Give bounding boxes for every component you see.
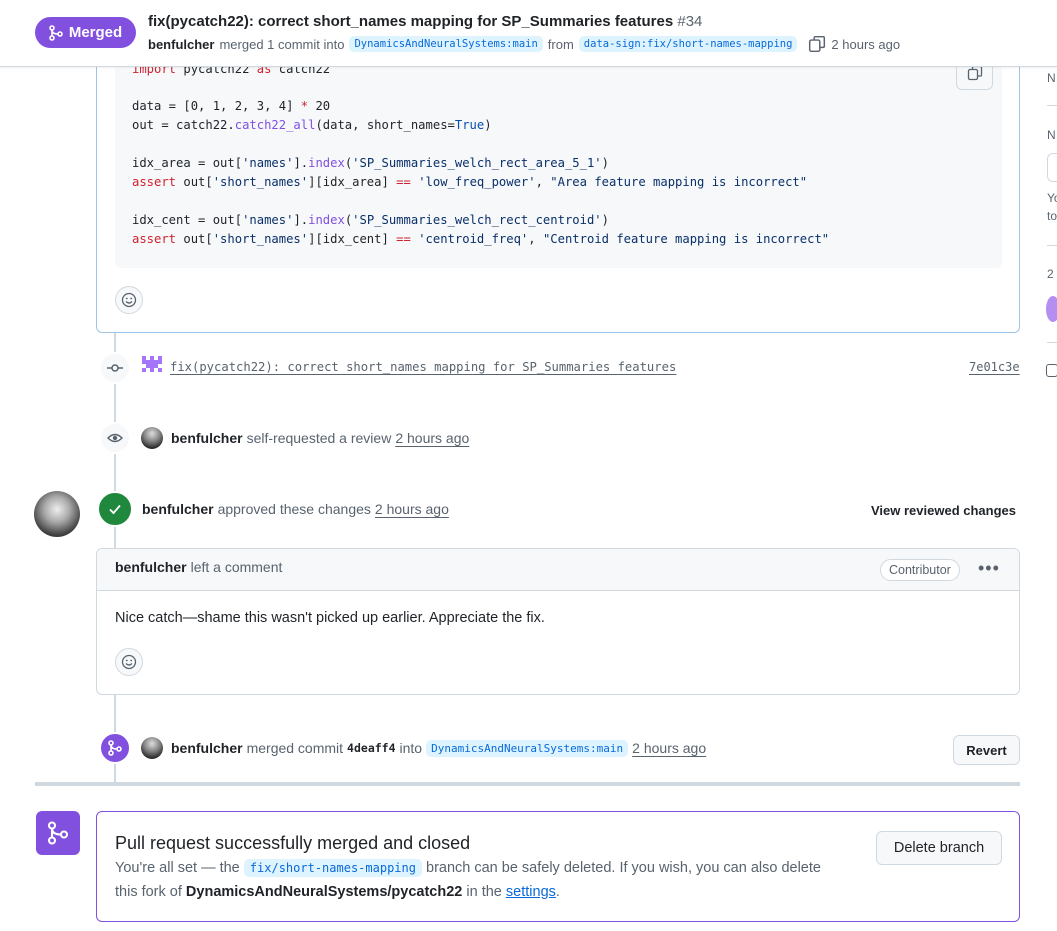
add-reaction-button[interactable] (115, 286, 143, 314)
approved-badge (97, 491, 133, 527)
head-branch[interactable]: data-sign:fix/short-names-mapping (578, 36, 798, 52)
into-text: into (399, 740, 423, 756)
comment-author[interactable]: benfulcher (115, 559, 187, 575)
comment-action: left a comment (190, 559, 283, 575)
event-action: merged commit (246, 740, 344, 756)
merge-status-line-2: this fork of DynamicsAndNeuralSystems/py… (115, 884, 560, 900)
sidebar-divider (1047, 105, 1057, 106)
sidebar-fragment: N (1047, 128, 1056, 142)
sidebar-fragment: to (1047, 209, 1057, 223)
event-time[interactable]: 2 hours ago (632, 740, 706, 756)
merge-status-title: Pull request successfully merged and clo… (115, 833, 471, 853)
code-line: idx_cent = out['names'].index('SP_Summar… (132, 213, 609, 227)
timeline-end-divider (35, 782, 1020, 786)
sidebar-fragment: N (1047, 71, 1056, 85)
check-icon (109, 504, 121, 515)
event-user[interactable]: benfulcher (142, 501, 214, 517)
merge-text-pre: You're all set — the (115, 860, 240, 876)
merged-status-badge: Merged (35, 17, 136, 48)
sidebar-checkbox[interactable] (1046, 364, 1057, 377)
sidebar-fragment: Yo (1047, 191, 1057, 205)
git-merge-icon (49, 24, 63, 41)
approval-event: benfulcher approved these changes 2 hour… (142, 501, 449, 517)
event-user[interactable]: benfulcher (171, 430, 243, 446)
fork-repo-name: DynamicsAndNeuralSystems/pycatch22 (185, 884, 463, 900)
sidebar-divider (1047, 245, 1057, 246)
comment-body: Nice catch—shame this wasn't picked up e… (115, 610, 545, 626)
git-commit-icon (107, 364, 123, 372)
sidebar-avatar[interactable] (1046, 296, 1057, 322)
event-user[interactable]: benfulcher (171, 740, 243, 756)
pr-sticky-header: Merged fix(pycatch22): correct short_nam… (0, 0, 1057, 67)
deletable-branch[interactable]: fix/short-names-mapping (243, 859, 422, 877)
add-reaction-button[interactable] (115, 648, 143, 676)
code-line: data = [0, 1, 2, 3, 4] * 20 (132, 99, 331, 113)
sidebar-fragment: 2 (1047, 267, 1054, 281)
code-line: idx_area = out['names'].index('SP_Summar… (132, 156, 609, 170)
merge-status-line-1: You're all set — the fix/short-names-map… (115, 859, 821, 877)
settings-link[interactable]: settings (506, 884, 556, 900)
event-action: approved these changes (217, 501, 371, 517)
from-text: from (547, 36, 574, 52)
git-merge-icon (108, 740, 122, 756)
merge-status-icon (36, 811, 80, 855)
contributor-badge: Contributor (880, 559, 960, 581)
merge-commit-sha[interactable]: 4deaff4 (347, 741, 395, 755)
code-line: assert out['short_names'][idx_cent] == '… (132, 232, 830, 246)
avatar[interactable] (141, 737, 163, 759)
merge-event: benfulcher merged commit 4deaff4 into Dy… (141, 737, 706, 759)
eye-icon (107, 433, 123, 443)
reviewer-avatar[interactable] (34, 491, 80, 537)
avatar[interactable] (141, 427, 163, 449)
pr-meta: benfulcher merged 1 commit into Dynamics… (148, 35, 900, 53)
kebab-menu-icon[interactable]: ••• (978, 558, 1000, 579)
merge-text-in: in the (466, 884, 502, 900)
merge-text-post: branch can be safely deleted. If you wis… (426, 860, 821, 876)
delete-branch-button[interactable]: Delete branch (876, 831, 1002, 865)
smiley-icon (121, 654, 137, 670)
commit-sha-link[interactable]: 7e01c3e (969, 360, 1020, 374)
timeline-review-request-badge (99, 422, 131, 454)
merge-text-fork: this fork of (115, 884, 182, 900)
sidebar-divider (1047, 342, 1057, 343)
pr-author[interactable]: benfulcher (148, 37, 214, 52)
revert-button[interactable]: Revert (953, 735, 1020, 765)
event-time[interactable]: 2 hours ago (395, 430, 469, 446)
pr-title-text[interactable]: fix(pycatch22): correct short_names mapp… (148, 13, 673, 30)
pr-time[interactable]: 2 hours ago (831, 37, 900, 52)
timeline-line (114, 525, 116, 548)
merge-target-branch[interactable]: DynamicsAndNeuralSystems:main (426, 739, 629, 757)
sidebar-input[interactable] (1047, 153, 1057, 182)
commit-message-link[interactable]: fix(pycatch22): correct short_names mapp… (170, 360, 676, 374)
event-time[interactable]: 2 hours ago (375, 501, 449, 517)
merge-text-end: . (555, 884, 560, 900)
code-line: assert out['short_names'][idx_area] == '… (132, 175, 808, 189)
pr-number: #34 (677, 13, 703, 30)
event-action: self-requested a review (246, 430, 392, 446)
comment-header-text: benfulcher left a comment (115, 559, 282, 575)
view-reviewed-changes-link[interactable]: View reviewed changes (871, 503, 1016, 518)
review-request-event: benfulcher self-requested a review 2 hou… (141, 427, 469, 449)
copy-icon[interactable] (808, 35, 826, 53)
pr-action-text: merged 1 commit into (219, 36, 345, 52)
pr-title[interactable]: fix(pycatch22): correct short_names mapp… (148, 13, 702, 30)
code-line: out = catch22.catch22_all(data, short_na… (132, 118, 492, 132)
smiley-icon (121, 292, 137, 308)
git-merge-icon (47, 821, 69, 845)
merged-label: Merged (68, 24, 123, 41)
identicon-avatar[interactable] (141, 356, 163, 376)
base-branch[interactable]: DynamicsAndNeuralSystems:main (349, 36, 543, 52)
timeline-commit-badge (99, 352, 131, 384)
merged-event-badge (99, 732, 131, 764)
copy-icon (967, 65, 982, 81)
